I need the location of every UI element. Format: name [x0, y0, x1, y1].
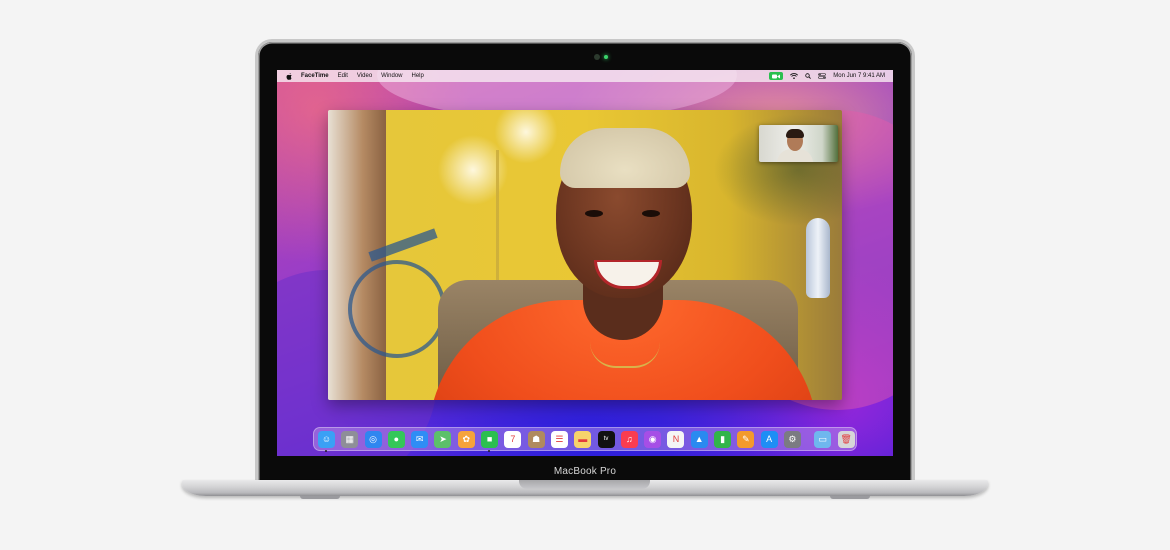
menu-bar-clock[interactable]: Mon Jun 7 9:41 AM — [833, 73, 885, 79]
facetime-call-window[interactable] — [328, 110, 842, 400]
screen: FaceTime Edit Video Window Help Mon Jun … — [277, 70, 893, 456]
running-indicator — [325, 449, 327, 452]
menu-item-window[interactable]: Window — [381, 73, 402, 79]
device-name-label: MacBook Pro — [553, 466, 617, 477]
menu-item-video[interactable]: Video — [357, 73, 372, 79]
downloads-folder-icon[interactable]: ▭ — [814, 430, 832, 448]
contacts-icon[interactable]: ☗ — [527, 430, 545, 448]
menu-item-facetime[interactable]: FaceTime — [301, 73, 329, 79]
keynote-icon[interactable]: ▲ — [690, 430, 708, 448]
macbook-foot — [300, 496, 340, 499]
control-center-icon[interactable] — [818, 73, 827, 79]
news-icon[interactable]: N — [667, 430, 685, 448]
launchpad-icon[interactable]: ▦ — [341, 430, 359, 448]
numbers-icon[interactable]: ▮ — [714, 430, 732, 448]
reminders-icon[interactable]: ☰ — [550, 430, 568, 448]
dock: ☺ ▦ ◎ ● ✉ ➤ ✿ ■ 7 ☗ ☰ ▬ tv ♫ ◉ N ▲ ▮ ✎ A ⚙ ▭ 🗑 — [313, 427, 857, 452]
menu-item-help[interactable]: Help — [412, 73, 424, 79]
wifi-icon[interactable] — [790, 73, 799, 79]
macbook-foot — [830, 496, 870, 499]
running-indicator — [488, 449, 491, 452]
mail-icon[interactable]: ✉ — [411, 430, 429, 448]
video-bicycle — [348, 260, 446, 358]
menu-extras: Mon Jun 7 9:41 AM — [769, 70, 885, 82]
facetime-active-icon[interactable] — [769, 72, 784, 80]
self-view-pip[interactable] — [759, 125, 838, 162]
video-vase — [806, 218, 830, 298]
music-icon[interactable]: ♫ — [620, 430, 638, 448]
calendar-icon[interactable]: 7 — [504, 430, 522, 448]
search-icon[interactable] — [805, 73, 812, 79]
apple-tv-icon[interactable]: tv — [597, 430, 615, 448]
camera-icon — [594, 54, 600, 60]
safari-icon[interactable]: ◎ — [364, 430, 382, 448]
lid-opening-notch — [519, 480, 650, 489]
messages-icon[interactable]: ● — [387, 430, 405, 448]
pip-person-hair — [786, 129, 804, 138]
pages-icon[interactable]: ✎ — [737, 430, 755, 448]
system-preferences-icon[interactable]: ⚙ — [783, 430, 801, 448]
trash-icon[interactable]: 🗑 — [837, 430, 855, 448]
facetime-icon[interactable]: ■ — [481, 430, 499, 452]
app-store-icon[interactable]: A — [760, 430, 778, 448]
menu-bar: FaceTime Edit Video Window Help Mon Jun … — [277, 70, 893, 82]
menu-item-edit[interactable]: Edit — [338, 73, 348, 79]
apple-menu-icon[interactable] — [286, 72, 292, 80]
camera-indicator-light — [604, 55, 608, 59]
notes-icon[interactable]: ▬ — [574, 430, 592, 448]
podcasts-icon[interactable]: ◉ — [644, 430, 662, 448]
participant-eye — [585, 210, 603, 217]
photos-icon[interactable]: ✿ — [457, 430, 475, 448]
finder-icon[interactable]: ☺ — [318, 430, 335, 452]
maps-icon[interactable]: ➤ — [434, 430, 452, 448]
participant-hair — [560, 128, 690, 188]
participant-eye — [642, 210, 660, 217]
